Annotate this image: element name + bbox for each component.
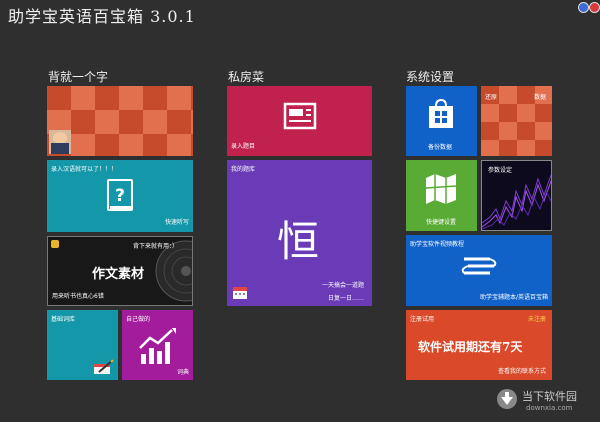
my-exam-line2: 日复一日…… <box>327 295 364 302</box>
watermark: 当下软件园 downxia.com <box>496 386 596 418</box>
basic-vocab-label: 基础词库 <box>51 316 76 323</box>
user-profile-tile[interactable] <box>47 86 193 156</box>
section-title-right: 系统设置 <box>406 70 455 84</box>
video-tutorial-tile[interactable]: 助学宝软件视频教程 助学宝辅题本/英语百宝箱 <box>406 235 552 306</box>
smile-badge-icon <box>51 240 59 248</box>
composition-main-label: 作文素材 <box>92 267 145 282</box>
trial-main-label: 软件试用期还有7天 <box>418 340 523 354</box>
enter-exam-label: 录入题目 <box>231 143 256 150</box>
section-title-middle: 私房菜 <box>228 70 265 84</box>
my-exam-top-label: 我的题库 <box>231 166 256 173</box>
store-bag-icon <box>429 98 453 128</box>
composition-tile[interactable]: 背下来就有用：） 作文素材 用来听书也真心6错 <box>47 236 193 306</box>
restore-left-label: 还原 <box>485 94 498 101</box>
download-logo-icon <box>497 389 517 409</box>
film-icon <box>461 257 497 275</box>
my-dict-bottom-label: 词典 <box>176 369 189 376</box>
my-exam-tile[interactable]: 我的题库 恒 一天搞会一道题 日复一日…… <box>227 160 372 306</box>
question-book-icon: ? <box>107 179 133 211</box>
calendar-icon <box>233 287 247 299</box>
my-exam-line1: 一天搞会一道题 <box>321 282 364 289</box>
shortcut-label: 快捷键设置 <box>426 219 457 226</box>
my-exam-glyph: 恒 <box>277 217 320 266</box>
composition-top-label: 背下来就有用：） <box>132 243 178 250</box>
video-bottom-label: 助学宝辅题本/英语百宝箱 <box>479 294 548 301</box>
avatar <box>49 130 71 154</box>
chart-up-icon <box>139 328 176 364</box>
parameter-settings-tile[interactable]: 参数设定 <box>481 160 552 231</box>
newspaper-icon <box>283 102 317 130</box>
trial-period-tile[interactable]: 注册试用 未注册 软件试用期还有7天 查看我的联系方式 <box>406 310 552 380</box>
composition-bottom-label: 用来听书也真心6错 <box>52 293 104 300</box>
video-top-label: 助学宝软件视频教程 <box>410 241 465 248</box>
map-icon <box>425 174 457 204</box>
shortcut-settings-tile[interactable]: 快捷键设置 <box>406 160 477 231</box>
dictation-tile-top-label: 录入汉语就可以了！！！ <box>51 166 118 173</box>
backup-data-tile[interactable]: 备份数据 <box>406 86 477 156</box>
restore-data-tile[interactable]: 还原 数据 <box>481 86 552 156</box>
notebook-pen-icon <box>94 359 114 374</box>
close-button[interactable] <box>589 2 600 13</box>
my-dictionary-tile[interactable]: 自己做的 词典 <box>122 310 193 380</box>
backup-label: 备份数据 <box>428 144 453 151</box>
trial-status-badge: 未注册 <box>527 316 546 323</box>
section-title-left: 背就一个字 <box>48 70 109 84</box>
enter-exam-tile[interactable]: 录入题目 <box>227 86 372 156</box>
my-dict-top-label: 自己做的 <box>126 316 151 323</box>
svg-text:?: ? <box>115 186 125 206</box>
app-title: 助学宝英语百宝箱 3.0.1 <box>8 7 196 26</box>
basic-vocab-tile[interactable]: 基础词库 <box>47 310 118 380</box>
watermark-name: 当下软件园 <box>522 390 577 403</box>
trial-bottom-label: 查看我的联系方式 <box>497 368 546 375</box>
trial-top-left-label: 注册试用 <box>410 316 435 323</box>
restore-right-label: 数据 <box>533 94 546 101</box>
minimize-button[interactable] <box>578 2 589 13</box>
dictation-tile-bottom-label: 快速听写 <box>164 219 189 226</box>
watermark-url: downxia.com <box>526 404 573 412</box>
dictation-tile[interactable]: 录入汉语就可以了！！！ ? 快速听写 <box>47 160 193 232</box>
params-label: 参数设定 <box>488 167 513 174</box>
